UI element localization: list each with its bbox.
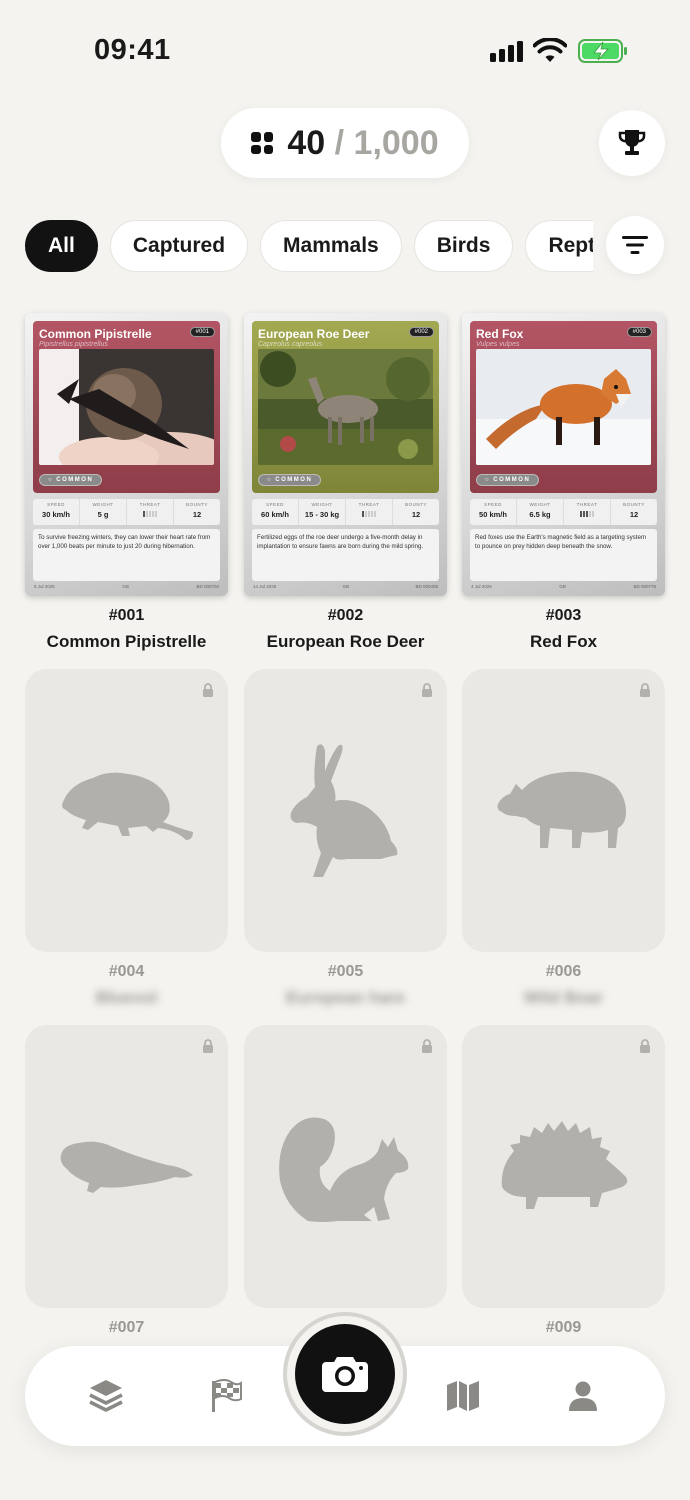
card-stats: SPEED 30 km/h WEIGHT 5 g THREAT BOUNTY 12: [33, 499, 220, 525]
filter-button[interactable]: [606, 216, 664, 274]
locked-card-007[interactable]: [25, 1025, 228, 1308]
count-separator: /: [334, 123, 345, 162]
layers-icon: [89, 1380, 123, 1412]
card-number: #004: [108, 963, 145, 980]
collection-counter: 40 / 1,000: [221, 108, 469, 178]
filter-chips: All Captured Mammals Birds Reptiles: [25, 220, 593, 272]
filter-lines-icon: [622, 236, 648, 254]
camera-capture-button[interactable]: [295, 1324, 395, 1424]
total-count: 1,000: [353, 123, 439, 162]
card-description: Fertilized eggs of the roe deer undergo …: [252, 529, 439, 581]
card-name-hidden: Bluevol: [95, 988, 158, 1007]
captured-count: 40: [287, 123, 326, 162]
card-number-badge: #003: [626, 327, 652, 337]
locked-card-005[interactable]: [244, 669, 447, 952]
grid-icon: [251, 132, 274, 154]
camera-capture-ring: [283, 1312, 407, 1436]
lock-icon: [640, 683, 650, 697]
card-number: #006: [545, 963, 582, 980]
threat-meter: [564, 510, 610, 519]
card-description: Red foxes use the Earth's magnetic field…: [470, 529, 657, 581]
collection-count: 40 / 1,000: [287, 124, 438, 163]
lock-icon: [203, 1039, 213, 1053]
card-scientific-name: Capreolus capreolus: [258, 341, 323, 348]
card-number-badge: #001: [189, 327, 215, 337]
filter-chip-birds[interactable]: Birds: [413, 220, 514, 272]
filter-chip-mammals[interactable]: Mammals: [260, 220, 402, 272]
card-name-hidden: Wild Boar: [523, 988, 604, 1007]
card-frame: Common Pipistrelle Pipistrellus pipistre…: [33, 321, 220, 493]
card-frame: Red Fox Vulpes vulpes #003 ○ COMMON: [470, 321, 657, 493]
card-scientific-name: Pipistrellus pipistrellus: [39, 341, 108, 348]
checkered-flag-icon: [212, 1379, 242, 1412]
fox-photo: [476, 349, 651, 465]
card-footer: 14 Jul 2025 GB BD 000408: [253, 584, 438, 589]
signal-icon: [490, 40, 524, 62]
rarity-badge: ○ COMMON: [476, 474, 540, 486]
seal-silhouette-icon: [60, 1141, 193, 1193]
species-card-001[interactable]: Common Pipistrelle Pipistrellus pipistre…: [25, 313, 228, 596]
lock-icon: [203, 683, 213, 697]
card-number: #009: [545, 1319, 582, 1336]
trophy-icon: [618, 130, 646, 155]
threat-meter: [346, 510, 392, 519]
rarity-badge: ○ COMMON: [39, 474, 103, 486]
card-footer: 4 Jul 2025 GB BD 000778: [471, 584, 656, 589]
lock-icon: [640, 1039, 650, 1053]
deer-photo: [258, 349, 433, 465]
card-name: Common Pipistrelle: [46, 632, 207, 651]
card-scientific-name: Vulpes vulpes: [476, 341, 520, 348]
battery-charging-icon: [578, 39, 627, 63]
card-title: Red Fox: [476, 327, 524, 341]
trophy-button[interactable]: [599, 110, 665, 176]
card-name: Red Fox: [529, 632, 598, 651]
wifi-icon: [533, 38, 567, 62]
card-description: To survive freezing winters, they can lo…: [33, 529, 220, 581]
card-footer: 5 Jul 2025 GB BD 000704: [34, 584, 219, 589]
hare-silhouette-icon: [290, 744, 398, 877]
card-name: European Roe Deer: [266, 632, 425, 651]
card-number: #002: [327, 607, 364, 624]
rodent-silhouette-icon: [62, 772, 193, 840]
status-bar: 09:41: [0, 0, 690, 100]
nav-challenges-button[interactable]: [206, 1376, 246, 1416]
status-time: 09:41: [94, 34, 171, 66]
card-stats: SPEED 50 km/h WEIGHT 6.5 kg THREAT BOUNTY 1…: [470, 499, 657, 525]
lock-icon: [422, 1039, 432, 1053]
species-card-002[interactable]: European Roe Deer Capreolus capreolus #0…: [244, 313, 447, 596]
card-number-badge: #002: [408, 327, 434, 337]
profile-icon: [569, 1381, 597, 1411]
locked-card-006[interactable]: [462, 669, 665, 952]
hedgehog-silhouette-icon: [501, 1121, 628, 1209]
nav-profile-button[interactable]: [563, 1376, 603, 1416]
bat-photo: [39, 349, 214, 465]
card-name-hidden: European hare: [285, 988, 406, 1007]
boar-silhouette-icon: [497, 771, 626, 848]
filter-chip-reptiles[interactable]: Reptiles: [525, 220, 593, 272]
card-title: European Roe Deer: [258, 327, 370, 341]
nav-collection-button[interactable]: [86, 1376, 126, 1416]
rarity-badge: ○ COMMON: [258, 474, 322, 486]
camera-icon: [322, 1357, 368, 1392]
threat-meter: [127, 510, 173, 519]
filter-chip-all[interactable]: All: [25, 220, 98, 272]
card-number: #007: [108, 1319, 145, 1336]
nav-map-button[interactable]: [443, 1376, 483, 1416]
species-card-003[interactable]: Red Fox Vulpes vulpes #003 ○ COMMON SPEE…: [462, 313, 665, 596]
card-title: Common Pipistrelle: [39, 327, 152, 341]
lock-icon: [422, 683, 432, 697]
locked-card-004[interactable]: [25, 669, 228, 952]
card-number: #003: [545, 607, 582, 624]
map-icon: [447, 1381, 479, 1411]
card-number: #001: [108, 607, 145, 624]
locked-card-009[interactable]: [462, 1025, 665, 1308]
filter-chip-captured[interactable]: Captured: [109, 220, 249, 272]
squirrel-silhouette-icon: [279, 1117, 409, 1222]
card-number: #005: [327, 963, 364, 980]
card-frame: European Roe Deer Capreolus capreolus #0…: [252, 321, 439, 493]
locked-card-008[interactable]: [244, 1025, 447, 1308]
card-stats: SPEED 60 km/h WEIGHT 15 - 30 kg THREAT BOU…: [252, 499, 439, 525]
